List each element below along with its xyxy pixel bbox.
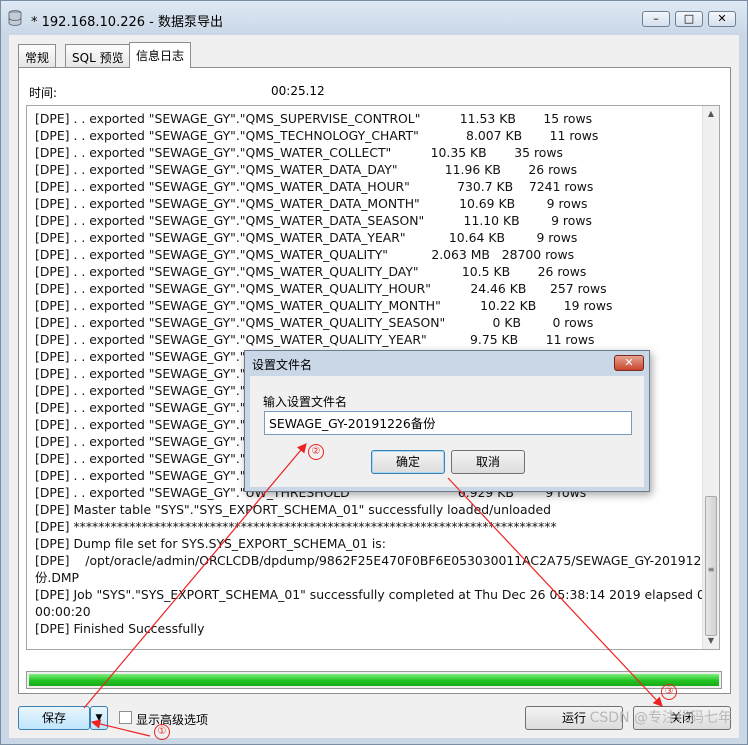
log-line: [DPE] . . exported "SEWAGE_GY"."QMS_TECH… [35, 128, 599, 143]
dialog-body: 输入设置文件名 确定 取消 [250, 376, 644, 487]
log-line: [DPE] . . exported "SEWAGE_GY"."QMS_SUPE… [35, 111, 593, 126]
set-filename-dialog: 设置文件名 ✕ 输入设置文件名 确定 取消 [244, 350, 650, 492]
window-title: * 192.168.10.226 - 数据泵导出 [31, 15, 223, 30]
save-button[interactable]: 保存 [18, 706, 90, 730]
scroll-up-arrow-icon[interactable]: ▲ [703, 106, 719, 122]
log-line: [DPE] **********************************… [35, 519, 557, 534]
log-scrollbar[interactable]: ▲ ≡ ▼ [702, 106, 719, 649]
log-line: [DPE] . . exported "SEWAGE_GY"."QMS_WATE… [35, 213, 592, 228]
ok-button[interactable]: 确定 [371, 450, 445, 474]
log-line: [DPE] . . exported "SEWAGE_GY"."QMS_WATE… [35, 281, 607, 296]
dialog-title: 设置文件名 [252, 358, 313, 372]
log-line: [DPE] . . exported "SEWAGE_GY"."QMS_WATE… [35, 264, 587, 279]
minimize-button[interactable]: – [642, 11, 670, 27]
log-line: [DPE] . . exported "SEWAGE_GY"."QMS_WATE… [35, 179, 594, 194]
log-line: [DPE] . . exported "SEWAGE_GY"."QMS_WATE… [35, 145, 563, 160]
tab-sql-preview[interactable]: SQL 预览 [65, 44, 131, 67]
scroll-down-arrow-icon[interactable]: ▼ [703, 633, 719, 649]
tab-info-log[interactable]: 信息日志 [129, 42, 192, 68]
title-bar[interactable]: * 192.168.10.226 - 数据泵导出 – □ ✕ [1, 1, 747, 35]
time-value: 00:25.12 [271, 84, 325, 98]
cancel-button[interactable]: 取消 [451, 450, 525, 474]
annotation-2: ② [308, 444, 324, 460]
close-window-button[interactable]: ✕ [708, 11, 736, 27]
scroll-grip-icon: ≡ [707, 565, 715, 574]
log-line: 份.DMP [35, 570, 80, 585]
save-dropdown-button[interactable]: ▼ [90, 706, 108, 730]
log-line: [DPE] Job "SYS"."SYS_EXPORT_SCHEMA_01" s… [35, 587, 705, 602]
filename-prompt-label: 输入设置文件名 [263, 395, 348, 409]
log-line: [DPE] . . exported "SEWAGE_GY"."QMS_WATE… [35, 162, 578, 177]
log-line: [DPE] Dump file set for SYS.SYS_EXPORT_S… [35, 536, 386, 551]
log-line: [DPE] . . exported "SEWAGE_GY"."QMS_WATE… [35, 332, 595, 347]
maximize-button[interactable]: □ [675, 11, 703, 27]
time-label: 时间: [29, 86, 58, 100]
advanced-options-checkbox[interactable] [119, 711, 132, 724]
progress-bar [26, 671, 722, 689]
annotation-3: ③ [661, 684, 677, 700]
dialog-close-button[interactable]: ✕ [614, 355, 644, 371]
watermark: CSDN @专注代码七年 [589, 710, 732, 726]
tab-general[interactable]: 常规 [18, 44, 57, 67]
log-line: [DPE] Finished Successfully [35, 621, 205, 636]
log-line: [DPE] . . exported "SEWAGE_GY"."QMS_WATE… [35, 247, 575, 262]
log-line: [DPE] Master table "SYS"."SYS_EXPORT_SCH… [35, 502, 551, 517]
log-line: [DPE] . . exported "SEWAGE_GY"."QMS_WATE… [35, 315, 594, 330]
log-line: [DPE] . . exported "SEWAGE_GY"."QMS_WATE… [35, 298, 613, 313]
filename-input[interactable] [264, 411, 632, 435]
progress-fill [29, 674, 719, 686]
advanced-options-label[interactable]: 显示高级选项 [136, 711, 208, 728]
log-line: [DPE] /opt/oracle/admin/ORCLCDB/dpdump/9… [35, 553, 720, 568]
database-icon [8, 10, 22, 26]
annotation-1: ① [154, 724, 170, 740]
log-line: [DPE] . . exported "SEWAGE_GY"."QMS_WATE… [35, 230, 578, 245]
log-line: 00:00:20 [35, 604, 91, 619]
log-line: [DPE] . . exported "SEWAGE_GY"."QMS_WATE… [35, 196, 588, 211]
